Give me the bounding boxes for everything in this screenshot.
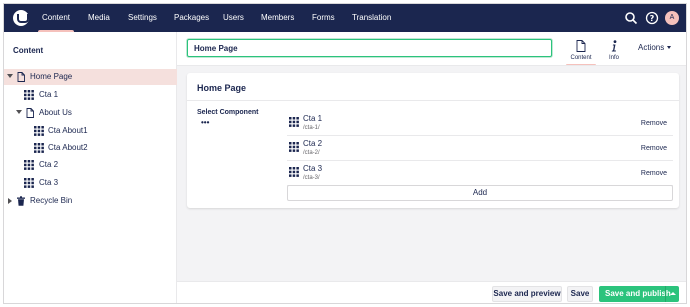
grid-icon [24,160,34,170]
save-and-preview-button[interactable]: Save and preview [492,286,562,302]
content-tree: Content Home Page Cta 1 About Us Cta Abo… [4,32,177,303]
chevron-up-icon[interactable] [665,286,679,302]
document-icon [576,40,586,52]
tree-item-label: Recycle Bin [30,196,73,205]
chevron-right-icon[interactable] [8,198,12,204]
tree-item-label: Home Page [30,72,73,81]
node-path: /cta-2/ [303,150,320,156]
node-name: Cta 2 [303,139,323,148]
save-button[interactable]: Save [567,286,593,302]
section-packages[interactable]: Packages [174,4,209,32]
tree-item-home-page[interactable]: Home Page [4,69,177,85]
actions-button[interactable]: Actions [638,43,672,52]
tree-item-label: Cta 1 [39,90,59,99]
node-name: Cta 3 [303,164,323,173]
search-icon[interactable] [624,11,638,25]
node-name-input[interactable] [187,39,552,57]
add-button[interactable]: Add [287,185,673,201]
tree-item-label: Cta 2 [39,160,59,169]
picked-node-cta-3[interactable]: Cta 3 /cta-3/ Remove [287,161,673,186]
tree-item-label: About Us [39,108,72,117]
section-settings[interactable]: Settings [128,4,157,32]
more-options-icon[interactable]: ••• [201,119,209,127]
node-path: /cta-3/ [303,175,320,181]
section-users[interactable]: Users [223,4,244,32]
tree-title: Content [13,46,44,55]
tree-item-cta-1[interactable]: Cta 1 [4,87,177,103]
chevron-down-icon[interactable] [16,110,22,114]
header-divider [177,65,686,66]
tab-info[interactable]: Info [593,36,635,66]
tab-label: Info [608,55,619,61]
tree-item-cta-3[interactable]: Cta 3 [4,175,177,191]
grid-icon [24,178,34,188]
help-icon[interactable]: ? [645,11,659,25]
tree-item-cta-2[interactable]: Cta 2 [4,157,177,173]
grid-icon [34,143,44,153]
section-content[interactable]: Content [37,4,75,32]
panel-title: Home Page [197,83,247,93]
document-icon [17,72,25,82]
node-name: Cta 1 [303,114,323,123]
top-navigation-bar: Content Media Settings Packages Users Me… [4,4,686,32]
tree-item-label: Cta About1 [48,126,88,135]
trash-icon [17,196,25,206]
content-panel: Home Page Select Component ••• Cta 1 /ct… [187,73,679,208]
tree-item-label: Cta About2 [48,143,88,152]
remove-button[interactable]: Remove [641,145,667,152]
grid-icon [34,126,44,136]
info-icon [611,40,617,52]
grid-icon [289,142,299,152]
grid-icon [24,90,34,100]
tree-item-cta-about2[interactable]: Cta About2 [4,140,177,156]
section-translation[interactable]: Translation [352,4,391,32]
section-forms[interactable]: Forms [312,4,335,32]
actions-label: Actions [638,43,665,52]
tree-item-about-us[interactable]: About Us [4,105,177,121]
umbraco-logo-icon[interactable] [13,10,29,26]
picked-node-cta-2[interactable]: Cta 2 /cta-2/ Remove [287,136,673,161]
picked-node-cta-1[interactable]: Cta 1 /cta-1/ Remove [287,111,673,136]
caret-down-icon [667,46,672,50]
node-path: /cta-1/ [303,125,320,131]
document-icon [26,108,34,118]
tree-item-cta-about1[interactable]: Cta About1 [4,123,177,139]
save-and-publish-button[interactable]: Save and publish [599,286,679,302]
section-media[interactable]: Media [88,4,110,32]
user-avatar[interactable]: A [665,11,679,25]
tree-item-recycle-bin[interactable]: Recycle Bin [4,193,177,209]
tree-item-label: Cta 3 [39,178,59,187]
chevron-down-icon[interactable] [7,74,13,78]
svg-text:?: ? [650,14,655,23]
remove-button[interactable]: Remove [641,170,667,177]
backoffice-window: Content Media Settings Packages Users Me… [3,3,687,304]
grid-icon [289,167,299,177]
property-label: Select Component [197,109,259,116]
section-members[interactable]: Members [261,4,294,32]
save-and-publish-label: Save and publish [605,289,671,298]
grid-icon [289,117,299,127]
remove-button[interactable]: Remove [641,120,667,127]
panel-divider [187,100,679,101]
